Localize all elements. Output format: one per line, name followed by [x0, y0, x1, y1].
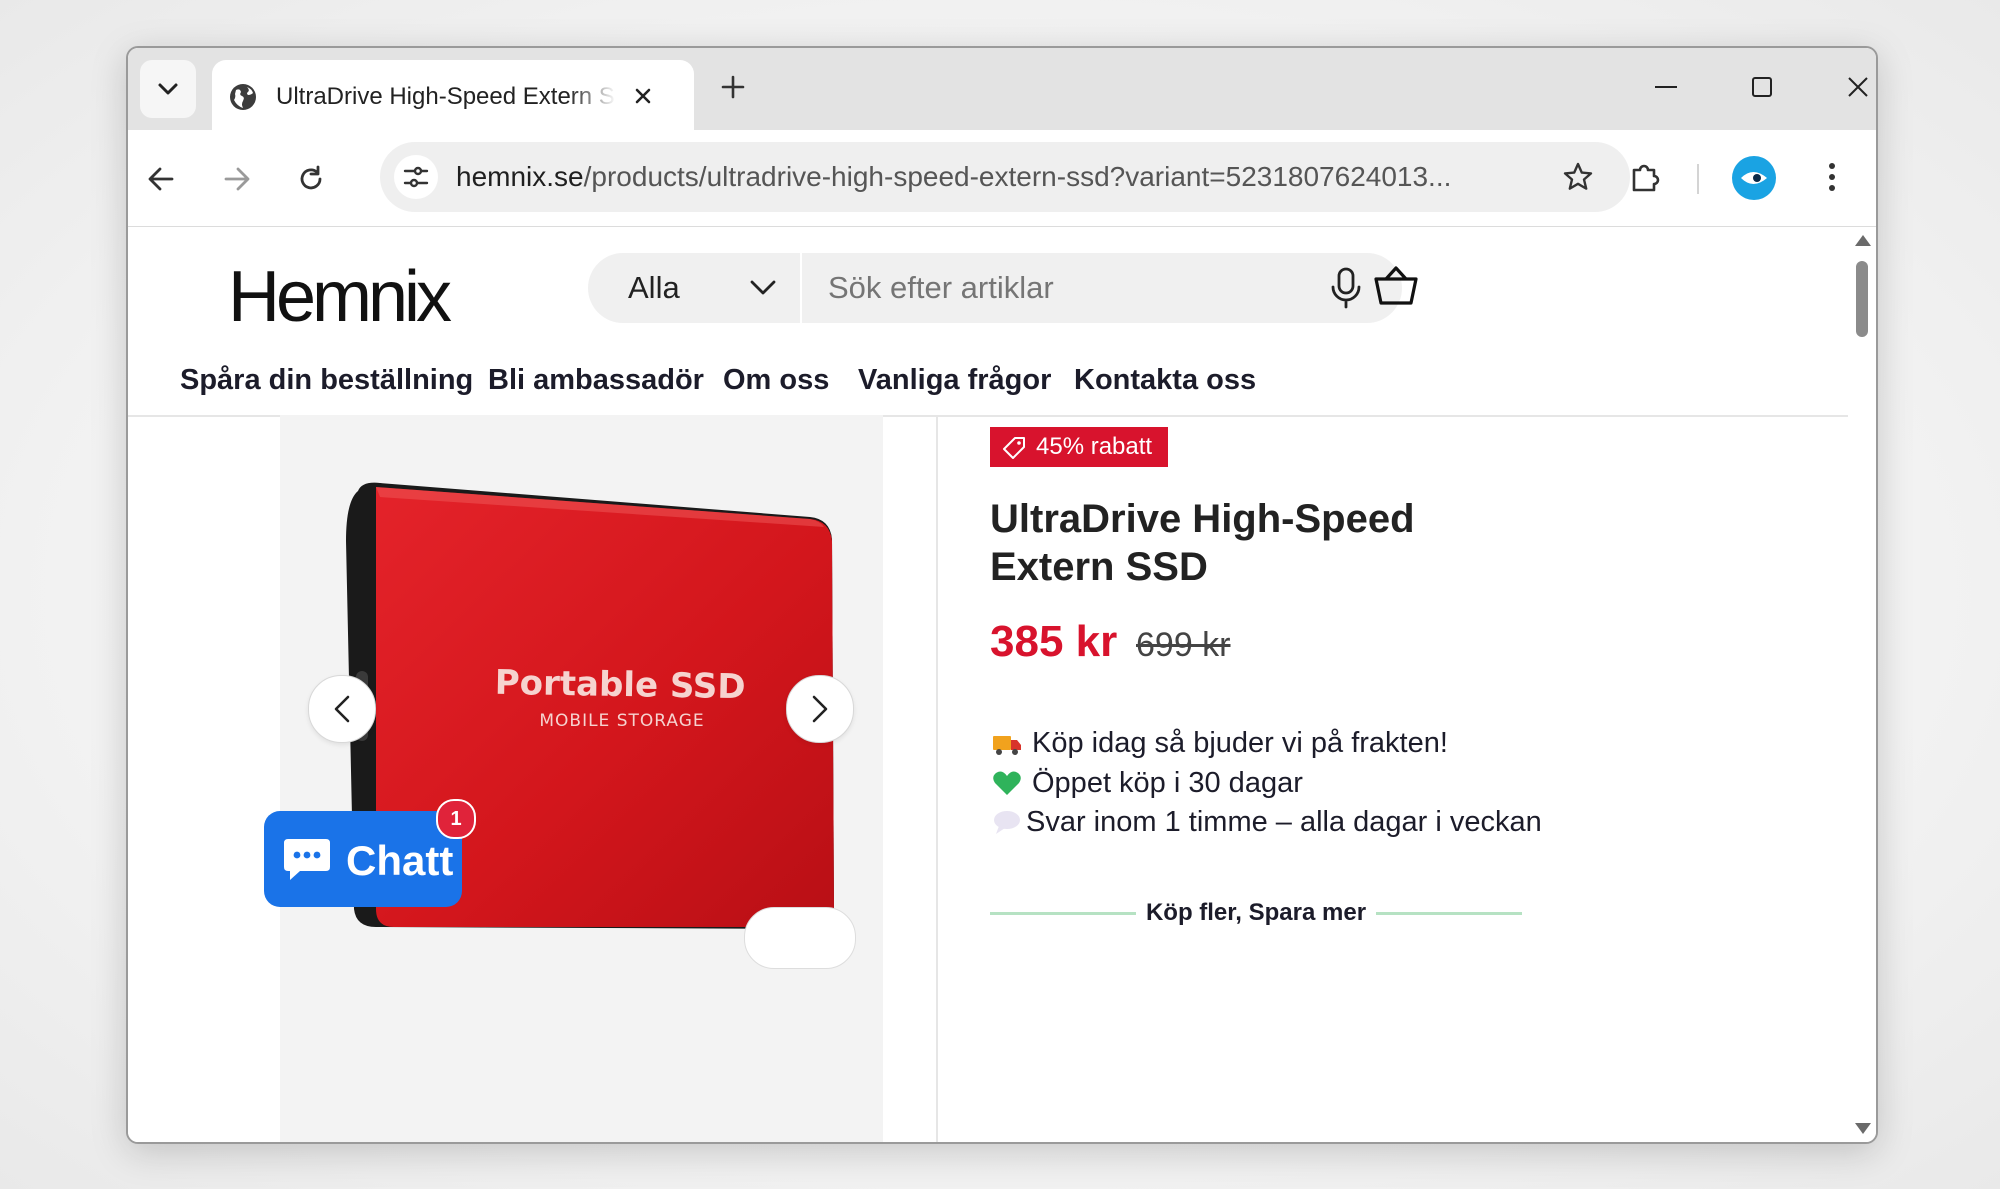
tab-strip: UltraDrive High-Speed Extern SSD — [128, 48, 1876, 130]
extensions-button[interactable] — [1622, 154, 1668, 200]
profile-icon — [1741, 172, 1767, 184]
buy-more-label: Köp fler, Spara mer — [1145, 899, 1367, 926]
column-divider — [936, 415, 938, 1142]
perk-open-purchase: Öppet köp i 30 dagar — [992, 766, 1303, 800]
search-input[interactable] — [828, 271, 1268, 305]
truck-icon — [993, 736, 1021, 755]
compare-price: 699 kr — [1136, 626, 1231, 664]
profile-avatar[interactable] — [1732, 156, 1776, 200]
gallery-counter — [744, 907, 856, 969]
perk-fast-reply: Svar inom 1 timme – alla dagar i veckan — [992, 805, 1542, 839]
gallery-prev-button[interactable] — [308, 675, 376, 743]
close-icon — [635, 88, 651, 104]
bookmark-button[interactable] — [1560, 159, 1596, 195]
cart-icon[interactable] — [1374, 265, 1418, 309]
product-price: 385 kr — [990, 617, 1118, 666]
chat-label: Chatt — [346, 837, 454, 884]
category-selected: Alla — [628, 270, 680, 305]
browser-window: UltraDrive High-Speed Extern SSD hemnix.… — [126, 46, 1878, 1144]
reload-button[interactable] — [288, 156, 334, 202]
perk-free-shipping: Köp idag så bjuder vi på frakten! — [992, 726, 1448, 760]
forward-button[interactable] — [214, 156, 260, 202]
chat-notification-badge: 1 — [436, 799, 476, 839]
chevron-down-icon — [750, 280, 776, 295]
tab-title: UltraDrive High-Speed Extern SSD — [276, 83, 616, 110]
back-button[interactable] — [138, 156, 184, 202]
maximize-icon — [1752, 77, 1772, 97]
buy-more-heading: Köp fler, Spara mer — [990, 895, 1522, 931]
url-host: hemnix.se — [456, 161, 584, 192]
plus-icon — [721, 75, 745, 99]
chevron-right-icon — [812, 695, 828, 723]
browser-toolbar: hemnix.se/products/ultradrive-high-speed… — [128, 130, 1876, 227]
nav-item-about[interactable]: Om oss — [723, 363, 829, 397]
search-bar: Alla — [588, 253, 1402, 323]
chat-button[interactable]: Chatt — [264, 811, 462, 907]
new-tab-button[interactable] — [712, 66, 754, 108]
main-navigation: Spåra din beställning Bli ambassadör Om … — [128, 339, 1848, 417]
nav-item-contact[interactable]: Kontakta oss — [1074, 363, 1256, 397]
maximize-button[interactable] — [1732, 64, 1792, 110]
reload-icon — [300, 165, 322, 190]
arrow-right-icon — [224, 167, 250, 191]
close-icon — [1848, 77, 1868, 97]
site-info-button[interactable] — [394, 155, 438, 199]
chevron-left-icon — [334, 695, 350, 723]
minimize-button[interactable] — [1636, 64, 1696, 110]
address-bar[interactable]: hemnix.se/products/ultradrive-high-speed… — [380, 142, 1630, 212]
url-path: /products/ultradrive-high-speed-extern-s… — [583, 161, 1452, 192]
page-viewport: Hemnix Alla Spåra din beställning Bli am… — [128, 227, 1848, 1142]
discount-badge: 45% rabatt — [990, 427, 1168, 467]
perk-label: Öppet köp i 30 dagar — [1032, 767, 1303, 799]
arrow-left-icon — [148, 167, 174, 191]
nav-item-faq[interactable]: Vanliga frågor — [858, 363, 1051, 397]
nav-item-ambassador[interactable]: Bli ambassadör — [488, 363, 704, 397]
nav-item-track-order[interactable]: Spåra din beställning — [180, 363, 473, 397]
image-text-sub: MOBILE STORAGE — [539, 711, 704, 731]
product-title: UltraDrive High-Speed Extern SSD — [990, 497, 1415, 589]
scroll-down-arrow[interactable] — [1855, 1123, 1871, 1134]
chevron-down-icon — [158, 83, 178, 95]
image-text-main: Portable SSD — [494, 663, 745, 707]
gallery-next-button[interactable] — [786, 675, 854, 743]
product-gallery: Portable SSD MOBILE STORAGE — [280, 415, 883, 1142]
star-icon — [1563, 162, 1593, 190]
tab-close-button[interactable] — [628, 81, 658, 111]
more-vert-icon — [1829, 163, 1835, 191]
microphone-icon[interactable] — [1328, 267, 1364, 309]
scroll-thumb[interactable] — [1856, 261, 1868, 337]
puzzle-icon — [1632, 164, 1660, 192]
browser-menu-button[interactable] — [1814, 154, 1850, 200]
perk-label: Svar inom 1 timme – alla dagar i veckan — [1026, 806, 1542, 838]
speech-bubble-icon — [994, 811, 1020, 834]
discount-label: 45% rabatt — [1036, 433, 1153, 460]
globe-icon — [230, 84, 256, 110]
tab-search-button[interactable] — [140, 60, 196, 118]
perk-label: Köp idag så bjuder vi på frakten! — [1032, 727, 1448, 759]
scroll-up-arrow[interactable] — [1855, 235, 1871, 246]
toolbar-separator — [1697, 164, 1699, 194]
site-logo[interactable]: Hemnix — [228, 257, 452, 337]
category-select[interactable]: Alla — [588, 253, 802, 323]
green-heart-icon — [993, 771, 1021, 795]
tune-icon — [403, 166, 429, 188]
tab-active[interactable]: UltraDrive High-Speed Extern SSD — [212, 60, 694, 130]
url-text: hemnix.se/products/ultradrive-high-speed… — [456, 159, 1506, 195]
chat-bubble-icon — [284, 839, 330, 880]
minimize-icon — [1655, 86, 1677, 88]
tag-icon — [1003, 437, 1025, 459]
window-close-button[interactable] — [1828, 64, 1876, 110]
page-scrollbar[interactable] — [1848, 227, 1876, 1142]
